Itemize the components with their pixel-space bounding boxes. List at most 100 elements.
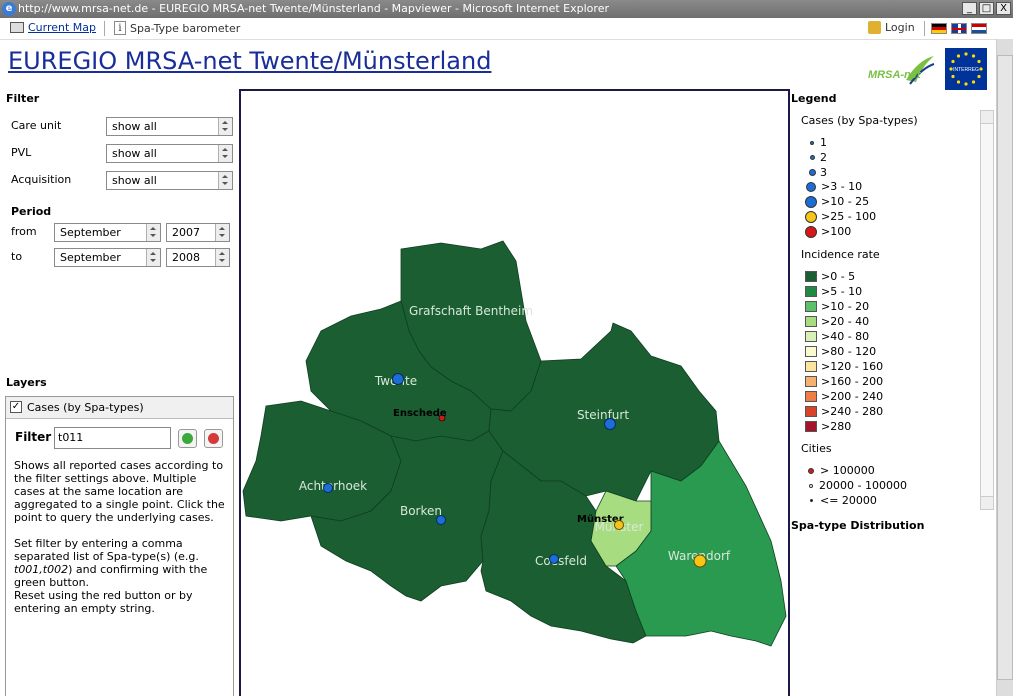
incidence-swatch — [805, 376, 817, 387]
acquisition-value: show all — [112, 174, 157, 187]
legend-incidence-label: >0 - 5 — [821, 270, 856, 283]
incidence-swatch — [805, 391, 817, 402]
incidence-swatch — [805, 406, 817, 417]
care-unit-label: Care unit — [11, 119, 62, 132]
scroll-up-icon[interactable] — [997, 39, 1013, 55]
map-canvas[interactable]: Grafschaft Bentheim Twente Achterhoek Bo… — [241, 91, 790, 696]
window-titlebar: e http://www.mrsa-net.de - EUREGIO MRSA-… — [0, 0, 1013, 18]
close-button[interactable]: X — [996, 2, 1011, 15]
legend-incidence-label: >120 - 160 — [821, 360, 884, 373]
scroll-up-icon[interactable] — [981, 111, 993, 124]
layer-checkbox[interactable]: ✓ — [10, 401, 22, 413]
layer-header[interactable]: ✓ Cases (by Spa-types) — [6, 397, 233, 419]
acquisition-select[interactable]: show all — [106, 171, 233, 190]
dutch-flag-icon[interactable] — [971, 23, 987, 34]
legend-incidence-label: >5 - 10 — [821, 285, 863, 298]
minimize-button[interactable]: _ — [962, 2, 977, 15]
maximize-button[interactable]: □ — [979, 2, 994, 15]
from-month-select[interactable]: September — [54, 223, 161, 242]
spinner-icon[interactable] — [218, 118, 232, 135]
lock-icon — [868, 21, 881, 34]
incidence-swatch — [805, 331, 817, 342]
legend-cities-heading: Cities — [801, 442, 832, 455]
scroll-down-icon[interactable] — [997, 680, 1013, 696]
case-point-twente[interactable] — [392, 373, 404, 385]
spinner-icon[interactable] — [218, 145, 232, 162]
case-point-steinfurt[interactable] — [604, 418, 616, 430]
logo-text: MRSA-net — [868, 69, 922, 81]
page-title[interactable]: EUREGIO MRSA-net Twente/Münsterland — [8, 47, 491, 75]
page-scrollbar[interactable] — [996, 39, 1013, 696]
city-dot-icon — [810, 499, 813, 502]
pvl-value: show all — [112, 147, 157, 160]
legend-incidence-item: >120 - 160 — [805, 360, 883, 373]
case-point-muenster[interactable] — [614, 520, 624, 530]
to-month-select[interactable]: September — [54, 248, 161, 267]
to-month-value: September — [60, 251, 121, 264]
case-dot-icon — [805, 210, 817, 223]
info-icon: i — [114, 21, 126, 35]
legend-city-label: 20000 - 100000 — [819, 479, 907, 492]
incidence-swatch — [805, 301, 817, 312]
legend-incidence-label: >160 - 200 — [821, 375, 884, 388]
legend-case-item: >10 - 25 — [805, 195, 869, 208]
period-heading: Period — [11, 205, 52, 218]
case-dot-icon — [810, 140, 814, 145]
current-map-link[interactable]: Current Map — [10, 21, 96, 34]
incidence-swatch — [805, 271, 817, 282]
from-year-select[interactable]: 2007 — [166, 223, 230, 242]
case-point-coesfeld[interactable] — [549, 554, 559, 564]
spinner-icon[interactable] — [218, 172, 232, 189]
printer-icon — [10, 22, 24, 33]
barometer-link[interactable]: i Spa-Type barometer — [114, 21, 240, 35]
eu-logo-text: INTERREG — [953, 67, 979, 73]
uk-flag-icon[interactable] — [951, 23, 967, 34]
case-point-achterhoek[interactable] — [323, 483, 333, 493]
case-point-warendorf[interactable] — [693, 554, 707, 568]
layer-desc-example: t001,t002 — [14, 563, 69, 576]
spinner-icon[interactable] — [215, 224, 229, 241]
scroll-down-icon[interactable] — [981, 496, 993, 509]
spinner-icon[interactable] — [146, 249, 160, 266]
case-dot-icon — [809, 169, 816, 176]
legend-cases-heading: Cases (by Spa-types) — [801, 114, 918, 127]
to-year-value: 2008 — [172, 251, 200, 264]
legend-incidence-label: >10 - 20 — [821, 300, 870, 313]
layer-desc-2a: Set filter by entering a comma separated… — [14, 537, 199, 563]
spinner-icon[interactable] — [215, 249, 229, 266]
layer-description: Shows all reported cases according to th… — [14, 459, 226, 628]
mrsa-net-logo: MRSA-net — [868, 56, 935, 85]
case-point-borken[interactable] — [436, 515, 446, 525]
app-toolbar: Current Map i Spa-Type barometer Login — [0, 18, 1013, 40]
legend-incidence-item: >80 - 120 — [805, 345, 876, 358]
case-dot-icon — [806, 181, 816, 192]
login-link[interactable]: Login — [868, 21, 915, 34]
legend-incidence-item: >0 - 5 — [805, 270, 855, 283]
legend-case-label: 3 — [820, 166, 827, 179]
spa-type-filter-input[interactable]: t011 — [54, 427, 171, 449]
map-viewer[interactable]: Grafschaft Bentheim Twente Achterhoek Bo… — [239, 89, 790, 696]
label-achterhoek: Achterhoek — [299, 479, 367, 493]
scroll-thumb[interactable] — [997, 55, 1013, 680]
legend-scrollbar[interactable] — [980, 110, 994, 510]
german-flag-icon[interactable] — [931, 23, 947, 34]
toolbar-divider — [104, 21, 105, 36]
legend-incidence-item: >20 - 40 — [805, 315, 869, 328]
legend-incidence-item: >200 - 240 — [805, 390, 883, 403]
to-year-select[interactable]: 2008 — [166, 248, 230, 267]
from-year-value: 2007 — [172, 226, 200, 239]
care-unit-select[interactable]: show all — [106, 117, 233, 136]
legend-case-item: >25 - 100 — [805, 210, 876, 223]
city-dot-icon — [808, 467, 814, 474]
incidence-swatch — [805, 361, 817, 372]
layer-panel: ✓ Cases (by Spa-types) Filter t011 Shows… — [5, 396, 234, 696]
legend-city-label: > 100000 — [820, 464, 875, 477]
spinner-icon[interactable] — [146, 224, 160, 241]
apply-filter-button[interactable] — [178, 429, 197, 448]
reset-filter-button[interactable] — [204, 429, 223, 448]
case-dot-icon — [810, 155, 815, 160]
pvl-select[interactable]: show all — [106, 144, 233, 163]
legend-city-item: 20000 - 100000 — [809, 479, 907, 492]
layer-desc-2: Set filter by entering a comma separated… — [14, 537, 226, 589]
legend-incidence-item: >240 - 280 — [805, 405, 883, 418]
